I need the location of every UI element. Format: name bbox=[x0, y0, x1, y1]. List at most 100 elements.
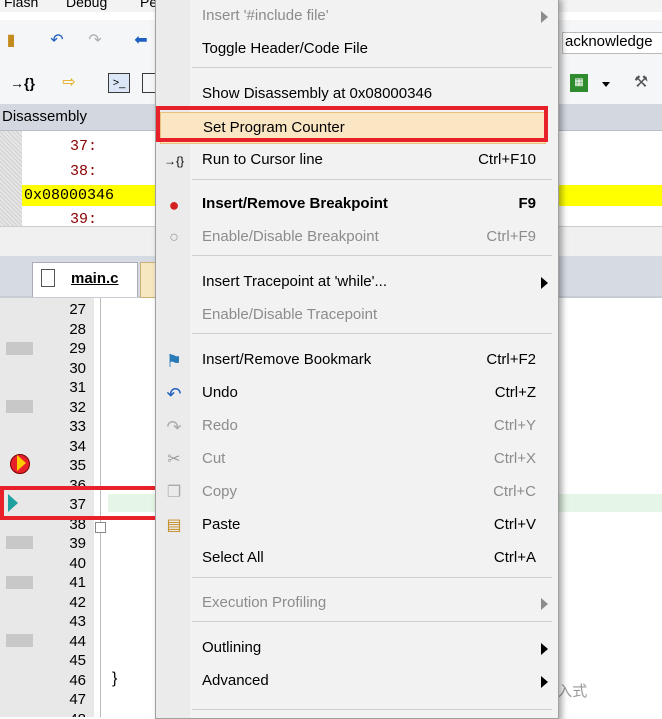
bookmark-flag-icon: ⚑ bbox=[165, 351, 183, 371]
breakpoint-icon: ● bbox=[168, 195, 180, 215]
menu-item-redo[interactable]: ↷ Redo Ctrl+Y bbox=[156, 411, 558, 441]
executable-line-marker bbox=[6, 634, 33, 647]
menu-item-label: Advanced bbox=[202, 672, 269, 689]
menu-item-advanced[interactable]: Advanced bbox=[156, 666, 558, 696]
line-number: 33 bbox=[69, 418, 86, 435]
menu-item-insert-include-file[interactable]: Insert '#include file' bbox=[156, 1, 558, 31]
run-to-cursor-icon: →{} bbox=[164, 154, 185, 168]
menu-item-paste[interactable]: ▤ Paste Ctrl+V bbox=[156, 510, 558, 540]
menu-item-label: Redo bbox=[202, 417, 238, 434]
peripherals-icon[interactable]: ▦ bbox=[570, 74, 588, 92]
menu-item-label: Insert/Remove Bookmark bbox=[202, 351, 372, 368]
menu-item-insert-remove-breakpoint[interactable]: ● Insert/Remove Breakpoint F9 bbox=[156, 189, 558, 219]
line-number: 35 bbox=[69, 457, 86, 474]
menu-item-toggle-header-code-file[interactable]: Toggle Header/Code File bbox=[156, 34, 558, 64]
menu-item-label: Select All bbox=[202, 549, 264, 566]
chevron-down-icon[interactable] bbox=[602, 82, 610, 87]
menu-item-outlining[interactable]: Outlining bbox=[156, 633, 558, 663]
tab-main-c[interactable]: main.c bbox=[32, 262, 138, 297]
menu-item-shortcut: Ctrl+F2 bbox=[486, 351, 536, 368]
menu-item-show-disassembly-at-0x08000346[interactable]: Show Disassembly at 0x08000346 bbox=[156, 79, 558, 109]
disassembly-line-39: 39: bbox=[70, 211, 98, 226]
menu-item-label: Enable/Disable Tracepoint bbox=[202, 306, 378, 323]
show-next-statement-icon[interactable]: ⇨ bbox=[60, 74, 78, 92]
line-number: 32 bbox=[69, 398, 86, 416]
menu-item-label: Show Disassembly at 0x08000346 bbox=[202, 85, 433, 102]
redo-icon[interactable]: ↷ bbox=[86, 32, 104, 50]
disassembly-address: 0x08000346 bbox=[24, 187, 115, 204]
tab-label: main.c bbox=[71, 270, 119, 287]
scissors-icon: ✂ bbox=[167, 451, 181, 468]
line-number: 42 bbox=[69, 593, 86, 611]
undo-icon[interactable]: ↶ bbox=[48, 32, 66, 50]
menu-item-shortcut: F9 bbox=[518, 195, 536, 212]
menu-separator bbox=[192, 577, 552, 578]
menu-item-shortcut: Ctrl+C bbox=[493, 483, 536, 500]
menu-separator bbox=[192, 709, 552, 710]
menu-item-label: Copy bbox=[202, 483, 238, 500]
menu-item-label: Undo bbox=[202, 384, 238, 401]
line-number: 43 bbox=[69, 613, 86, 630]
menu-item-undo[interactable]: ↶ Undo Ctrl+Z bbox=[156, 378, 558, 408]
menu-item-insert-tracepoint-at-while[interactable]: Insert Tracepoint at 'while'... bbox=[156, 267, 558, 297]
executable-line-marker bbox=[6, 536, 33, 549]
paste-icon: ▤ bbox=[166, 517, 182, 534]
menu-item-enable-disable-breakpoint[interactable]: ○ Enable/Disable Breakpoint Ctrl+F9 bbox=[156, 222, 558, 252]
command-window-icon[interactable]: >_ bbox=[108, 73, 130, 93]
menu-item-shortcut: Ctrl+F9 bbox=[486, 228, 536, 245]
menu-item-select-all[interactable]: Select All Ctrl+A bbox=[156, 543, 558, 573]
menu-item-run-to-cursor-line[interactable]: →{} Run to Cursor line Ctrl+F10 bbox=[156, 145, 558, 175]
menu-item-cut[interactable]: ✂ Cut Ctrl+X bbox=[156, 444, 558, 474]
menu-item-label: Cut bbox=[202, 450, 226, 467]
menu-flash[interactable]: Flash bbox=[4, 0, 38, 10]
menu-item-label: Toggle Header/Code File bbox=[202, 40, 368, 57]
annotation-box-menu bbox=[156, 106, 548, 142]
disassembly-title: Disassembly bbox=[2, 108, 88, 125]
undo-icon: ↶ bbox=[166, 384, 182, 404]
executable-line-marker bbox=[6, 342, 33, 355]
tools-icon[interactable]: ⚒ bbox=[632, 74, 650, 92]
find-combobox[interactable]: acknowledge bbox=[562, 32, 662, 54]
menu-item-shortcut: Ctrl+Y bbox=[493, 417, 536, 434]
line-number: 40 bbox=[69, 554, 86, 572]
line-number: 31 bbox=[69, 379, 86, 396]
menu-item-label: Paste bbox=[202, 516, 241, 533]
line-number: 27 bbox=[69, 301, 86, 318]
line-number: 29 bbox=[69, 340, 86, 357]
submenu-arrow-icon bbox=[541, 676, 548, 688]
submenu-arrow-icon bbox=[541, 598, 548, 610]
back-arrow-icon[interactable]: ⬅ bbox=[132, 32, 150, 50]
current-location-arrow-icon bbox=[17, 455, 26, 471]
line-number: 48 bbox=[36, 712, 92, 718]
file-icon bbox=[41, 269, 55, 287]
line-number: 46 bbox=[69, 671, 86, 689]
line-number: 34 bbox=[69, 437, 86, 455]
menu-item-enable-disable-tracepoint[interactable]: Enable/Disable Tracepoint bbox=[156, 300, 558, 330]
menu-item-label: Insert/Remove Breakpoint bbox=[202, 195, 388, 212]
menu-item-shortcut: Ctrl+F10 bbox=[478, 151, 536, 168]
menu-item-shortcut: Ctrl+Z bbox=[494, 384, 536, 401]
redo-icon: ↷ bbox=[166, 417, 182, 437]
line-number: 39 bbox=[69, 535, 86, 552]
menu-debug[interactable]: Debug bbox=[66, 0, 107, 10]
copy-icon: ❐ bbox=[166, 484, 182, 501]
menu-item-shortcut: Ctrl+V bbox=[493, 516, 536, 533]
disassembly-gutter bbox=[0, 131, 22, 226]
closing-brace: } bbox=[112, 670, 118, 687]
disassembly-window-icon[interactable] bbox=[142, 73, 156, 93]
disassembly-line-38: 38: bbox=[70, 163, 98, 180]
menu-item-execution-profiling[interactable]: Execution Profiling bbox=[156, 588, 558, 618]
menu-item-label: Enable/Disable Breakpoint bbox=[202, 228, 379, 245]
disassembly-line-37: 37: bbox=[70, 138, 98, 155]
paste-icon[interactable]: ▮ bbox=[2, 32, 20, 50]
executable-line-marker bbox=[6, 576, 33, 589]
collapse-box-icon[interactable] bbox=[95, 522, 106, 533]
line-number: 44 bbox=[69, 632, 86, 650]
menu-separator bbox=[192, 621, 552, 622]
menu-item-copy[interactable]: ❐ Copy Ctrl+C bbox=[156, 477, 558, 507]
run-to-cursor-icon[interactable]: →{} bbox=[10, 74, 35, 92]
submenu-arrow-icon bbox=[541, 277, 548, 289]
submenu-arrow-icon bbox=[541, 643, 548, 655]
menu-item-insert-remove-bookmark[interactable]: ⚑ Insert/Remove Bookmark Ctrl+F2 bbox=[156, 345, 558, 375]
menu-separator bbox=[192, 255, 552, 256]
